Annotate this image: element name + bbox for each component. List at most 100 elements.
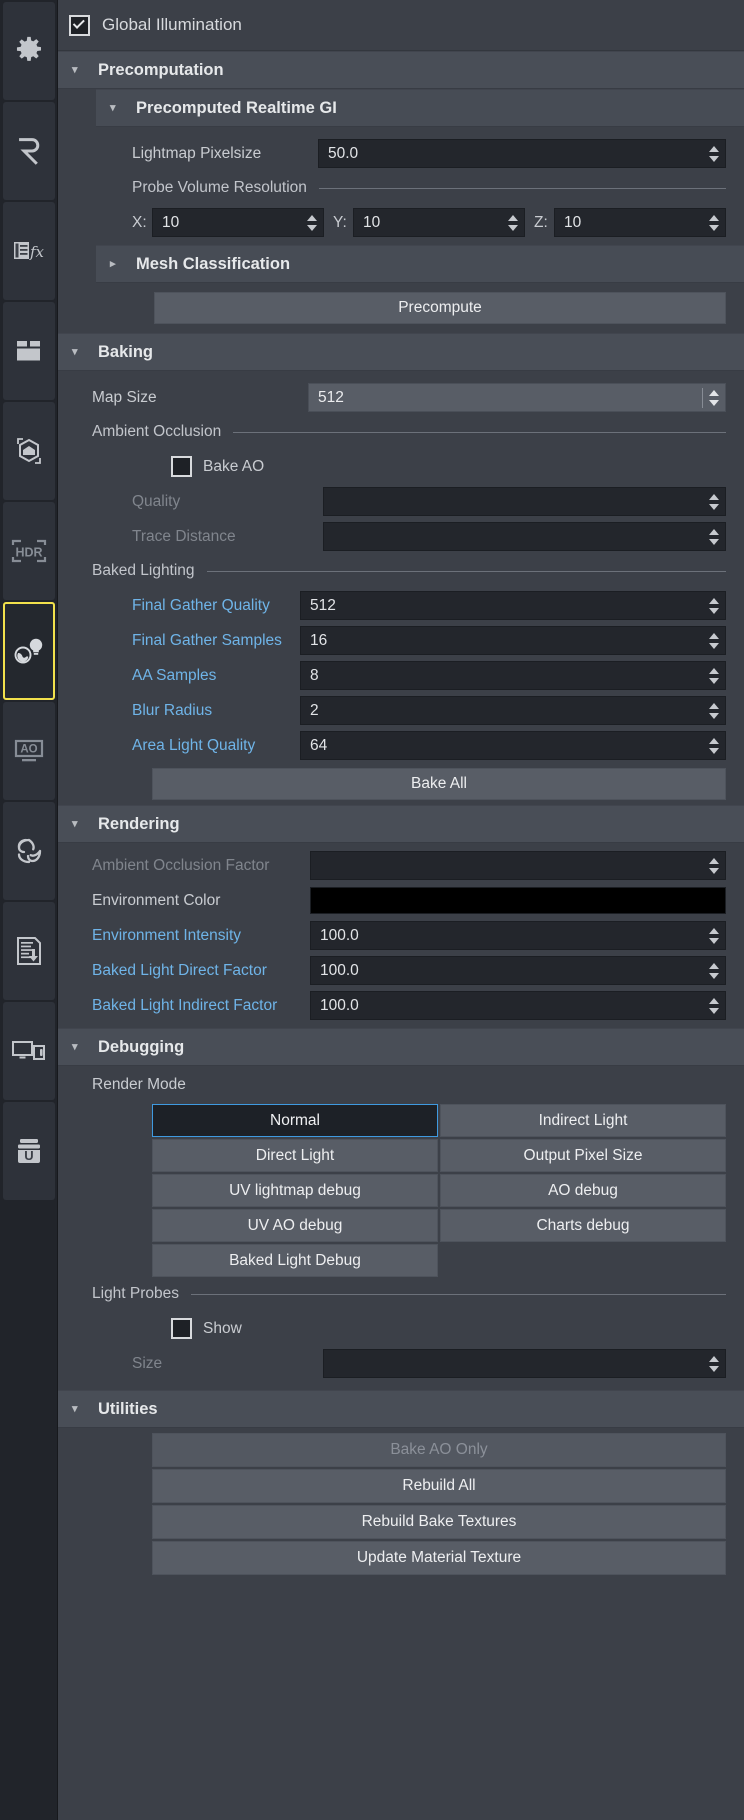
probe-x-input[interactable]: 10: [152, 208, 324, 237]
area-light-quality-stepper[interactable]: [703, 732, 725, 759]
ambient-occlusion-factor-label: Ambient Occlusion Factor: [92, 856, 270, 874]
toolbar-item-devices[interactable]: [2, 1002, 55, 1100]
fx-icon: fx: [11, 236, 47, 266]
render-mode-direct-light-button[interactable]: Direct Light: [152, 1139, 438, 1172]
probe-z-stepper[interactable]: [703, 209, 725, 236]
section-utilities[interactable]: ▾ Utilities: [58, 1390, 744, 1428]
toolbar-item-settings[interactable]: [2, 2, 55, 100]
bake-ao-only-button[interactable]: Bake AO Only: [152, 1433, 726, 1467]
ao-quality-stepper[interactable]: [703, 488, 725, 515]
toolbar-item-global-illumination[interactable]: [2, 602, 55, 700]
section-baking[interactable]: ▾ Baking: [58, 333, 744, 371]
rebuild-all-button[interactable]: Rebuild All: [152, 1469, 726, 1503]
group-divider: [191, 1293, 726, 1295]
final-gather-samples-stepper[interactable]: [703, 627, 725, 654]
toolbar-item-ambient-occlusion[interactable]: AO: [2, 702, 55, 800]
aa-samples-stepper[interactable]: [703, 662, 725, 689]
toolbar-item-document-export[interactable]: [2, 902, 55, 1000]
render-mode-uv-lightmap-debug-button[interactable]: UV lightmap debug: [152, 1174, 438, 1207]
ao-quality-input[interactable]: [323, 487, 726, 516]
chevron-down-icon[interactable]: ▾: [72, 1402, 88, 1415]
section-precomputed-realtime-gi[interactable]: ▾ Precomputed Realtime GI: [96, 89, 744, 127]
section-precomputation[interactable]: ▾ Precomputation: [58, 51, 744, 89]
chevron-down-icon[interactable]: ▾: [72, 63, 88, 76]
chevron-down-icon[interactable]: ▾: [110, 101, 126, 114]
bake-ao-checkbox[interactable]: [171, 456, 192, 477]
aa-samples-input[interactable]: 8: [300, 661, 726, 690]
blur-radius-input[interactable]: 2: [300, 696, 726, 725]
document-download-icon: [13, 934, 45, 968]
light-probes-size-input[interactable]: [323, 1349, 726, 1378]
chevron-down-icon[interactable]: ▾: [72, 817, 88, 830]
baked-light-indirect-factor-stepper[interactable]: [703, 992, 725, 1019]
ao-trace-distance-row: Trace Distance: [58, 519, 744, 554]
area-light-quality-label: Area Light Quality: [132, 736, 256, 754]
global-illumination-row[interactable]: Global Illumination: [58, 0, 744, 51]
light-probes-show-label: Show: [203, 1319, 242, 1337]
toolbar-item-swirl[interactable]: [2, 802, 55, 900]
probe-y-input[interactable]: 10: [353, 208, 525, 237]
final-gather-quality-label: Final Gather Quality: [132, 596, 270, 614]
chevron-down-icon[interactable]: ▾: [72, 1040, 88, 1053]
area-light-quality-input[interactable]: 64: [300, 731, 726, 760]
baked-lighting-group-label: Baked Lighting: [92, 562, 195, 579]
chevron-down-icon[interactable]: ▾: [72, 345, 88, 358]
gear-icon: [12, 34, 46, 68]
toolbar-item-atlas[interactable]: [2, 302, 55, 400]
environment-intensity-input[interactable]: 100.0: [310, 921, 726, 950]
probe-y-stepper[interactable]: [502, 209, 524, 236]
ambient-occlusion-factor-input[interactable]: [310, 851, 726, 880]
light-probes-show-row[interactable]: Show: [58, 1311, 744, 1346]
global-illumination-checkbox[interactable]: [69, 14, 90, 36]
svg-text:fx: fx: [29, 243, 45, 261]
lightmap-pixelsize-row: Lightmap Pixelsize 50.0: [58, 136, 744, 171]
section-mesh-classification[interactable]: ▸ Mesh Classification: [96, 245, 744, 283]
toolbar-item-renderer[interactable]: [2, 102, 55, 200]
render-mode-ao-debug-button[interactable]: AO debug: [440, 1174, 726, 1207]
environment-color-swatch[interactable]: [310, 887, 726, 914]
render-mode-normal-button[interactable]: Normal: [152, 1104, 438, 1137]
lightmap-pixelsize-stepper[interactable]: [703, 140, 725, 167]
map-size-stepper[interactable]: [703, 384, 725, 411]
ao-trace-distance-stepper[interactable]: [703, 523, 725, 550]
rebuild-bake-textures-button[interactable]: Rebuild Bake Textures: [152, 1505, 726, 1539]
bake-all-button[interactable]: Bake All: [152, 768, 726, 800]
baked-light-direct-factor-stepper[interactable]: [703, 957, 725, 984]
ao-trace-distance-input[interactable]: [323, 522, 726, 551]
toolbar-item-hdr[interactable]: HDR: [2, 502, 55, 600]
probe-z-input[interactable]: 10: [554, 208, 726, 237]
final-gather-samples-input[interactable]: 16: [300, 626, 726, 655]
section-rendering[interactable]: ▾ Rendering: [58, 805, 744, 843]
probe-z-label: Z:: [534, 213, 548, 231]
probe-x-stepper[interactable]: [301, 209, 323, 236]
baked-light-indirect-factor-label: Baked Light Indirect Factor: [92, 996, 278, 1014]
section-debugging[interactable]: ▾ Debugging: [58, 1028, 744, 1066]
ambient-occlusion-factor-stepper[interactable]: [703, 852, 725, 879]
update-material-texture-button[interactable]: Update Material Texture: [152, 1541, 726, 1575]
light-probes-show-checkbox[interactable]: [171, 1318, 192, 1339]
precompute-button[interactable]: Precompute: [154, 292, 726, 324]
render-mode-charts-debug-button[interactable]: Charts debug: [440, 1209, 726, 1242]
toolbar-item-effects[interactable]: fx: [2, 202, 55, 300]
section-debugging-title: Debugging: [98, 1037, 185, 1056]
baked-light-direct-factor-input[interactable]: 100.0: [310, 956, 726, 985]
baked-light-indirect-factor-input[interactable]: 100.0: [310, 991, 726, 1020]
render-mode-indirect-light-button[interactable]: Indirect Light: [440, 1104, 726, 1137]
render-mode-output-pixel-size-button[interactable]: Output Pixel Size: [440, 1139, 726, 1172]
toolbar-item-mesh[interactable]: [2, 402, 55, 500]
chevron-right-icon[interactable]: ▸: [110, 257, 126, 270]
render-mode-uv-ao-debug-button[interactable]: UV AO debug: [152, 1209, 438, 1242]
map-size-dropdown[interactable]: 512: [308, 383, 726, 412]
bake-ao-row[interactable]: Bake AO: [58, 449, 744, 484]
section-rendering-title: Rendering: [98, 814, 180, 833]
blur-radius-stepper[interactable]: [703, 697, 725, 724]
toolbar-item-unity-export[interactable]: U: [2, 1102, 55, 1200]
light-probes-group: Light Probes: [58, 1277, 744, 1311]
light-probes-size-stepper[interactable]: [703, 1350, 725, 1377]
final-gather-quality-input[interactable]: 512: [300, 591, 726, 620]
final-gather-quality-stepper[interactable]: [703, 592, 725, 619]
probe-volume-xyz-row: X: 10 Y: 10 Z: 10: [58, 205, 744, 240]
lightmap-pixelsize-input[interactable]: 50.0: [318, 139, 726, 168]
render-mode-baked-light-debug-button[interactable]: Baked Light Debug: [152, 1244, 438, 1277]
environment-intensity-stepper[interactable]: [703, 922, 725, 949]
